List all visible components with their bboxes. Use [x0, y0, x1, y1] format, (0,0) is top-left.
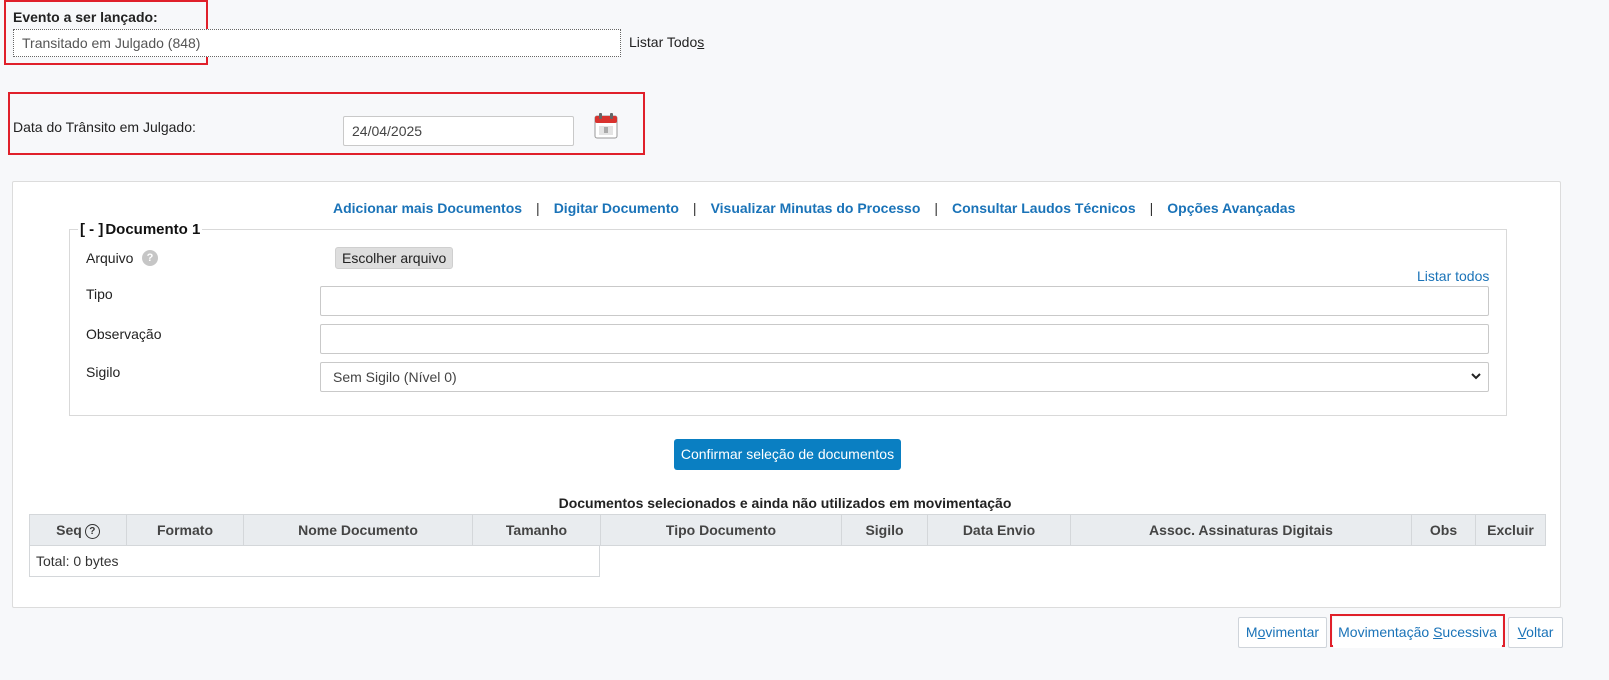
listar-todos-tipo-link[interactable]: Listar todos [1417, 268, 1489, 284]
observacao-input[interactable] [320, 324, 1489, 354]
documento-title: Documento 1 [105, 221, 201, 238]
column-assoc-assinaturas[interactable]: Assoc. Assinaturas Digitais [1071, 515, 1412, 545]
visualizar-minutas-link[interactable]: Visualizar Minutas do Processo [711, 200, 921, 216]
evento-label: Evento a ser lançado: [13, 9, 158, 25]
separator: | [934, 200, 939, 216]
column-nome-documento[interactable]: Nome Documento [244, 515, 473, 545]
observacao-label: Observação [86, 326, 162, 342]
tipo-label: Tipo [86, 286, 113, 302]
table-caption: Documentos selecionados e ainda não util… [558, 495, 1012, 511]
evento-input[interactable]: Transitado em Julgado (848) [13, 29, 621, 57]
column-seq[interactable]: Seq? [30, 515, 127, 545]
separator: | [536, 200, 540, 216]
separator: | [692, 200, 697, 216]
movimentacao-sucessiva-button[interactable]: Movimentação Sucessiva [1333, 617, 1502, 648]
voltar-button[interactable]: Voltar [1508, 617, 1563, 648]
listar-todos-evento-link[interactable]: Listar Todos [629, 34, 704, 50]
help-icon[interactable]: ? [142, 250, 158, 266]
digitar-documento-link[interactable]: Digitar Documento [554, 200, 679, 216]
column-sigilo[interactable]: Sigilo [842, 515, 928, 545]
column-tamanho[interactable]: Tamanho [473, 515, 601, 545]
separator: | [1149, 200, 1154, 216]
opcoes-avancadas-link[interactable]: Opções Avançadas [1167, 200, 1295, 216]
data-transito-input[interactable]: 24/04/2025 [343, 116, 574, 146]
column-obs[interactable]: Obs [1412, 515, 1476, 545]
arquivo-label: Arquivo [86, 250, 134, 266]
table-total: Total: 0 bytes [29, 546, 600, 577]
chevron-down-icon [1470, 363, 1482, 401]
column-formato[interactable]: Formato [127, 515, 244, 545]
calendar-icon[interactable] [594, 113, 618, 139]
document-actions-bar: Adicionar mais Documentos | Digitar Docume… [333, 200, 1295, 216]
column-tipo-documento[interactable]: Tipo Documento [601, 515, 842, 545]
consultar-laudos-link[interactable]: Consultar Laudos Técnicos [952, 200, 1136, 216]
sigilo-select[interactable]: Sem Sigilo (Nível 0) [320, 362, 1489, 392]
choose-file-button[interactable]: Escolher arquivo [335, 247, 454, 269]
documents-table-header: Seq? Formato Nome Documento Tamanho Tipo… [29, 514, 1546, 546]
collapse-toggle[interactable]: [ - ] [80, 221, 103, 238]
sigilo-selected-value: Sem Sigilo (Nível 0) [333, 369, 457, 385]
confirm-selection-button[interactable]: Confirmar seleção de documentos [674, 439, 901, 470]
tipo-input[interactable] [320, 286, 1489, 316]
help-icon[interactable]: ? [84, 523, 100, 539]
data-transito-label: Data do Trânsito em Julgado: [13, 119, 196, 135]
documento-legend: [ - ] Documento 1 [78, 221, 203, 238]
column-excluir[interactable]: Excluir [1476, 515, 1545, 545]
column-data-envio[interactable]: Data Envio [928, 515, 1071, 545]
sigilo-label: Sigilo [86, 364, 121, 380]
movimentar-button[interactable]: Movimentar [1238, 617, 1327, 648]
add-documents-link[interactable]: Adicionar mais Documentos [333, 200, 522, 216]
